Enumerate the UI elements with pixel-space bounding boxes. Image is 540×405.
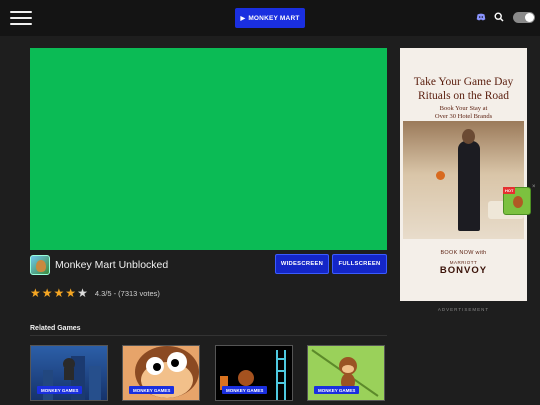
related-game-card[interactable]: MONKEY GAMES <box>215 345 293 401</box>
advertisement-banner[interactable]: Take Your Game Day Rituals on the Road B… <box>400 48 527 301</box>
hamburger-icon[interactable] <box>10 10 32 26</box>
ad-subline: Book Your Stay at Over 30 Hotel Brands <box>400 105 527 121</box>
star-icon[interactable]: ★ <box>65 287 76 299</box>
related-game-card[interactable]: MONKEY GAMES <box>122 345 200 401</box>
category-badge: MONKEY GAMES <box>129 386 175 394</box>
related-game-card[interactable]: MONKEY GAMES <box>307 345 385 401</box>
ad-subline-2: Over 30 Hotel Brands <box>434 113 493 120</box>
category-badge: MONKEY GAMES <box>222 386 268 394</box>
ad-headline-line-1: Take Your Game Day <box>413 76 514 88</box>
close-icon[interactable]: × <box>532 184 536 190</box>
monkey-icon <box>513 196 523 208</box>
category-badge: MONKEY GAMES <box>314 386 360 394</box>
hot-badge: HOT <box>503 187 516 194</box>
ad-subline-1: Book Your Stay at <box>439 105 488 112</box>
rating-row: ★ ★ ★ ★ ★ 4.3/5 - (7313 votes) <box>30 287 160 299</box>
star-icon[interactable]: ★ <box>42 287 53 299</box>
floating-game-ad[interactable]: HOT <box>503 187 531 215</box>
category-badge: MONKEY GAMES <box>37 386 83 394</box>
game-title: Monkey Mart Unblocked <box>55 259 169 271</box>
rating-text: 4.3/5 - (7313 votes) <box>94 288 160 298</box>
theme-toggle[interactable] <box>513 12 535 23</box>
widescreen-button[interactable]: WIDESCREEN <box>275 254 329 274</box>
related-game-card[interactable]: MONKEY GAMES <box>30 345 108 401</box>
game-thumbnail <box>30 255 50 275</box>
search-icon[interactable] <box>494 12 504 22</box>
monkey-mart-button-label: MONKEY MART <box>248 14 300 22</box>
related-games-heading: Related Games <box>30 325 81 332</box>
game-frame[interactable] <box>30 48 387 250</box>
game-title-row: Monkey Mart Unblocked <box>30 254 168 276</box>
star-icon[interactable]: ★ <box>77 287 88 299</box>
star-icon[interactable]: ★ <box>54 287 65 299</box>
discord-icon[interactable] <box>476 12 486 22</box>
ad-brand-logo: BONVOY <box>439 265 488 276</box>
ad-headline: Take Your Game Day Rituals on the Road <box>400 75 527 103</box>
monkey-mart-button[interactable]: ▶ MONKEY MART <box>235 8 305 28</box>
play-icon: ▶ <box>240 15 246 22</box>
divider <box>30 335 387 336</box>
fullscreen-button[interactable]: FULLSCREEN <box>332 254 387 274</box>
top-bar: ▶ MONKEY MART <box>0 0 540 36</box>
star-icon[interactable]: ★ <box>30 287 41 299</box>
ad-book-now: BOOK NOW with <box>440 250 487 256</box>
ad-headline-line-2: Rituals on the Road <box>417 90 510 102</box>
toggle-knob <box>525 13 534 22</box>
ad-photo <box>403 121 524 239</box>
advertisement-label: ADVERTISEMENT <box>437 307 490 312</box>
